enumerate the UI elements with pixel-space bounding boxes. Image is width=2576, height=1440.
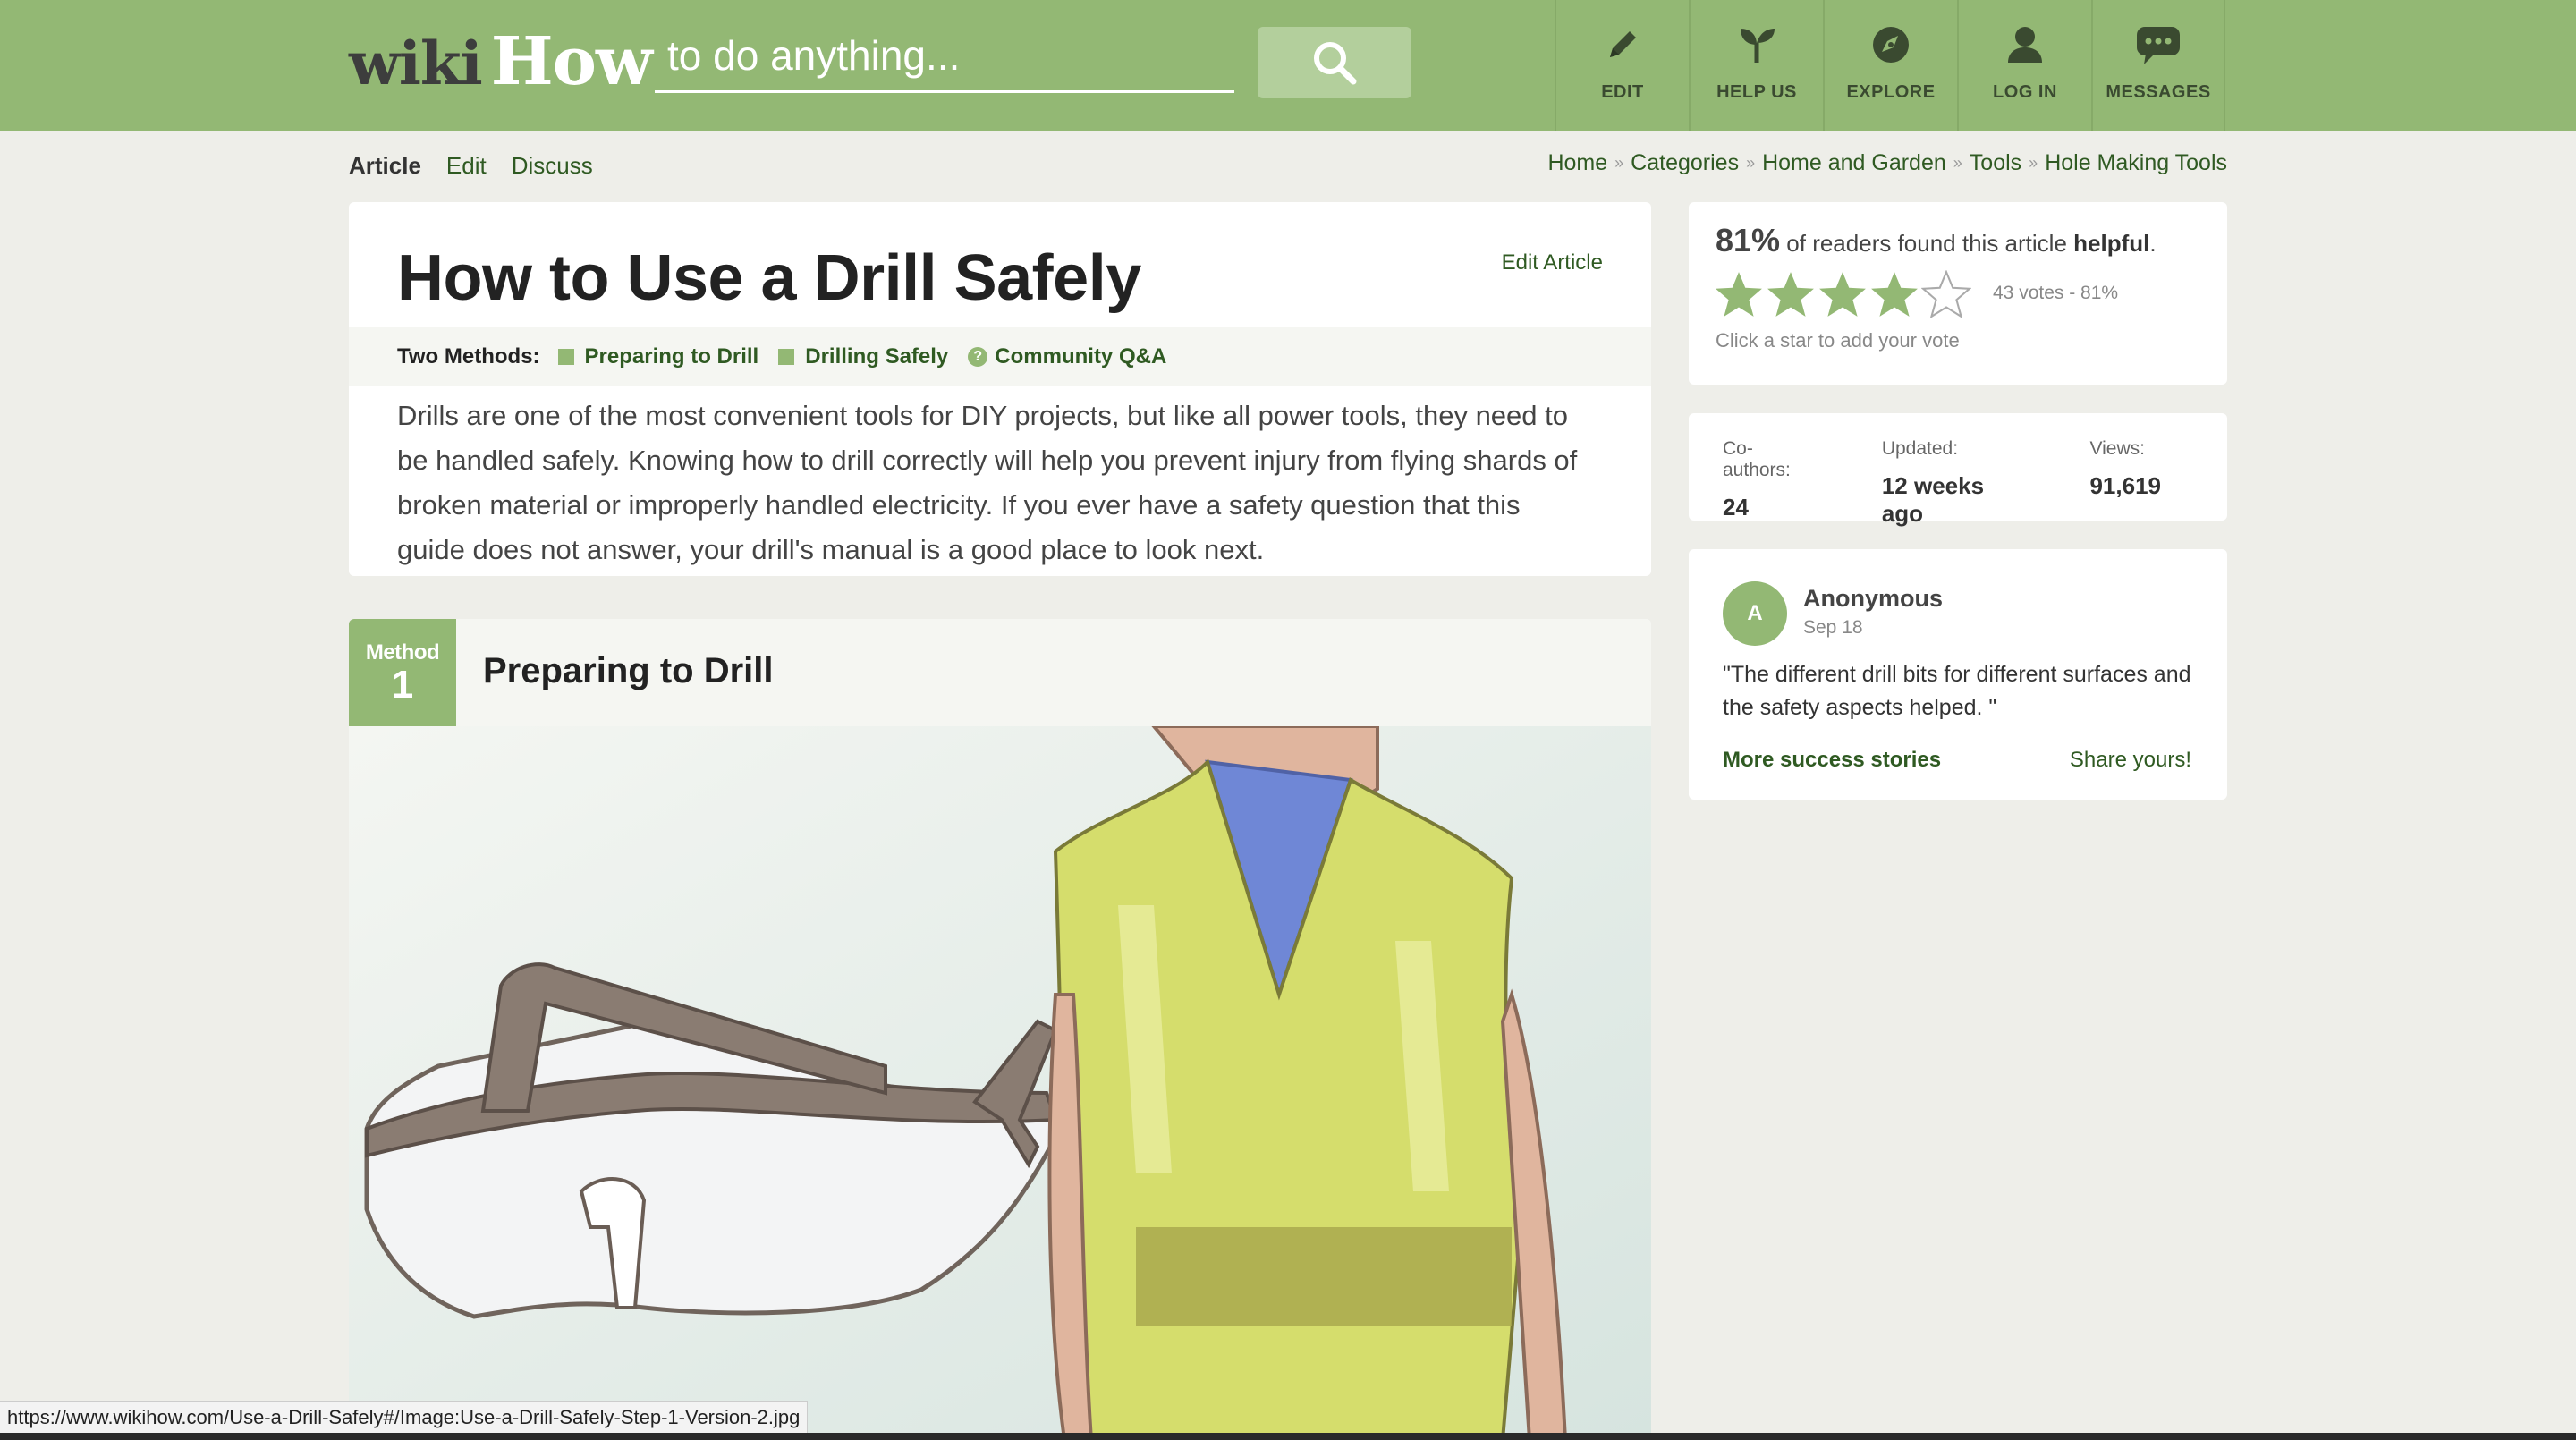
story-date: Sep 18: [1803, 617, 1863, 638]
window-bottom-edge: [0, 1433, 2576, 1440]
nav-explore[interactable]: EXPLORE: [1823, 0, 1957, 131]
logo-wiki: wiki: [349, 29, 483, 98]
question-icon: ?: [968, 347, 988, 367]
breadcrumb-hole-making-tools[interactable]: Hole Making Tools: [2045, 150, 2227, 176]
nav-edit[interactable]: EDIT: [1555, 0, 1689, 131]
star-filled-icon[interactable]: [1869, 270, 1919, 318]
breadcrumb-separator: »: [2029, 154, 2038, 172]
nav-help-us[interactable]: HELP US: [1689, 0, 1823, 131]
nav-help-us-label: HELP US: [1716, 82, 1797, 102]
rating-card: 81% of readers found this article helpfu…: [1689, 202, 2227, 385]
more-success-stories-link[interactable]: More success stories: [1723, 748, 1941, 773]
method-badge-word: Method: [365, 640, 440, 665]
tab-article[interactable]: Article: [349, 152, 421, 180]
top-bar: wiki How EDIT HELP US EXPLORE: [0, 0, 2576, 131]
story-quote: "The different drill bits for different …: [1723, 662, 2191, 720]
helpful-percent: 81%: [1716, 222, 1781, 258]
star-rating: [1714, 270, 1971, 318]
stat-label: Views:: [2089, 438, 2145, 459]
helpful-summary: 81% of readers found this article helpfu…: [1716, 222, 2157, 259]
square-bullet-icon: [557, 349, 574, 365]
sprout-icon: [1732, 20, 1782, 70]
method-link-label: Drilling Safely: [805, 344, 949, 368]
stat-views: Views: 91,619: [2089, 438, 2161, 521]
star-empty-icon[interactable]: [1921, 270, 1971, 318]
stat-label: Co-authors:: [1723, 438, 1791, 480]
wikihow-logo[interactable]: wiki How: [349, 23, 653, 104]
story-author: Anonymous: [1803, 585, 1944, 612]
breadcrumb-separator: »: [1953, 154, 1962, 172]
share-yours-link[interactable]: Share yours!: [2070, 748, 2191, 773]
breadcrumb-tools[interactable]: Tools: [1970, 150, 2021, 176]
nav-messages-label: MESSAGES: [2106, 82, 2211, 102]
method-badge-number: 1: [391, 663, 414, 707]
user-icon: [2000, 20, 2050, 70]
stat-value: 24: [1723, 494, 1749, 521]
star-filled-icon[interactable]: [1714, 270, 1764, 318]
method-title: Preparing to Drill: [483, 651, 774, 690]
pencil-icon: [1597, 20, 1648, 70]
chat-bubble-icon: [2133, 20, 2183, 70]
logo-how: How: [490, 23, 653, 100]
helpful-word: helpful: [2073, 230, 2150, 257]
method-1-card: Method 1 Preparing to Drill: [349, 619, 1651, 1440]
step-illustration[interactable]: [349, 726, 1651, 1440]
vote-hint: Click a star to add your vote: [1716, 329, 1960, 352]
method-header: Method 1 Preparing to Drill: [349, 619, 1651, 726]
helpful-period: .: [2149, 230, 2157, 257]
nav-explore-label: EXPLORE: [1846, 82, 1936, 102]
breadcrumb-categories[interactable]: Categories: [1631, 150, 1739, 176]
methods-bar: Two Methods: Preparing to Drill Drilling…: [349, 327, 1651, 386]
edit-article-link[interactable]: Edit Article: [1502, 250, 1603, 275]
breadcrumb-home-and-garden[interactable]: Home and Garden: [1762, 150, 1946, 176]
avatar: A: [1723, 581, 1787, 646]
methods-lead: Two Methods:: [397, 344, 540, 368]
page-title: How to Use a Drill Safely: [397, 242, 1141, 314]
method-link-drilling[interactable]: Drilling Safely: [778, 344, 948, 369]
method-badge: Method 1: [349, 619, 456, 726]
helpful-text: of readers found this article: [1780, 230, 2074, 257]
stat-updated: Updated: 12 weeks ago: [1881, 438, 2024, 527]
breadcrumb-separator: »: [1614, 154, 1624, 172]
article-intro-card: How to Use a Drill Safely Edit Article T…: [349, 202, 1651, 576]
search-input[interactable]: [655, 27, 1234, 93]
article-stats-card: Co-authors: 24 Updated: 12 weeks ago Vie…: [1689, 413, 2227, 527]
breadcrumb-separator: »: [1746, 154, 1756, 172]
stat-coauthors: Co-authors: 24: [1723, 438, 1816, 521]
breadcrumb-home[interactable]: Home: [1547, 150, 1607, 176]
nav-messages[interactable]: MESSAGES: [2091, 0, 2225, 131]
search-button[interactable]: [1258, 27, 1411, 98]
star-filled-icon[interactable]: [1818, 270, 1868, 318]
tab-discuss[interactable]: Discuss: [512, 152, 593, 180]
article-tabs: Article Edit Discuss: [349, 152, 593, 180]
nav-edit-label: EDIT: [1601, 82, 1644, 102]
square-bullet-icon: [778, 349, 795, 365]
star-filled-icon[interactable]: [1766, 270, 1816, 318]
votes-count: 43 votes - 81%: [1993, 283, 2119, 303]
community-qa-label: Community Q&A: [995, 344, 1167, 368]
compass-icon: [1866, 20, 1916, 70]
stat-value: 12 weeks ago: [1881, 472, 1985, 527]
stat-label: Updated:: [1881, 438, 1959, 459]
search-icon: [1314, 42, 1357, 85]
nav-log-in-label: LOG IN: [1993, 82, 2057, 102]
success-story-card: A Anonymous Sep 18 "The different drill …: [1689, 549, 2227, 800]
method-link-preparing[interactable]: Preparing to Drill: [557, 344, 759, 369]
header-nav: EDIT HELP US EXPLORE LOG IN MESSAGES: [1555, 0, 2225, 131]
tab-edit[interactable]: Edit: [446, 152, 487, 180]
community-qa-link[interactable]: ? Community Q&A: [968, 344, 1166, 369]
intro-paragraph: Drills are one of the most convenient to…: [397, 400, 1578, 565]
nav-log-in[interactable]: LOG IN: [1957, 0, 2091, 131]
breadcrumb: Home » Categories » Home and Garden » To…: [1547, 150, 2227, 176]
browser-status-bar: https://www.wikihow.com/Use-a-Drill-Safe…: [0, 1401, 809, 1433]
stat-value: 91,619: [2089, 472, 2161, 499]
method-link-label: Preparing to Drill: [584, 344, 759, 368]
